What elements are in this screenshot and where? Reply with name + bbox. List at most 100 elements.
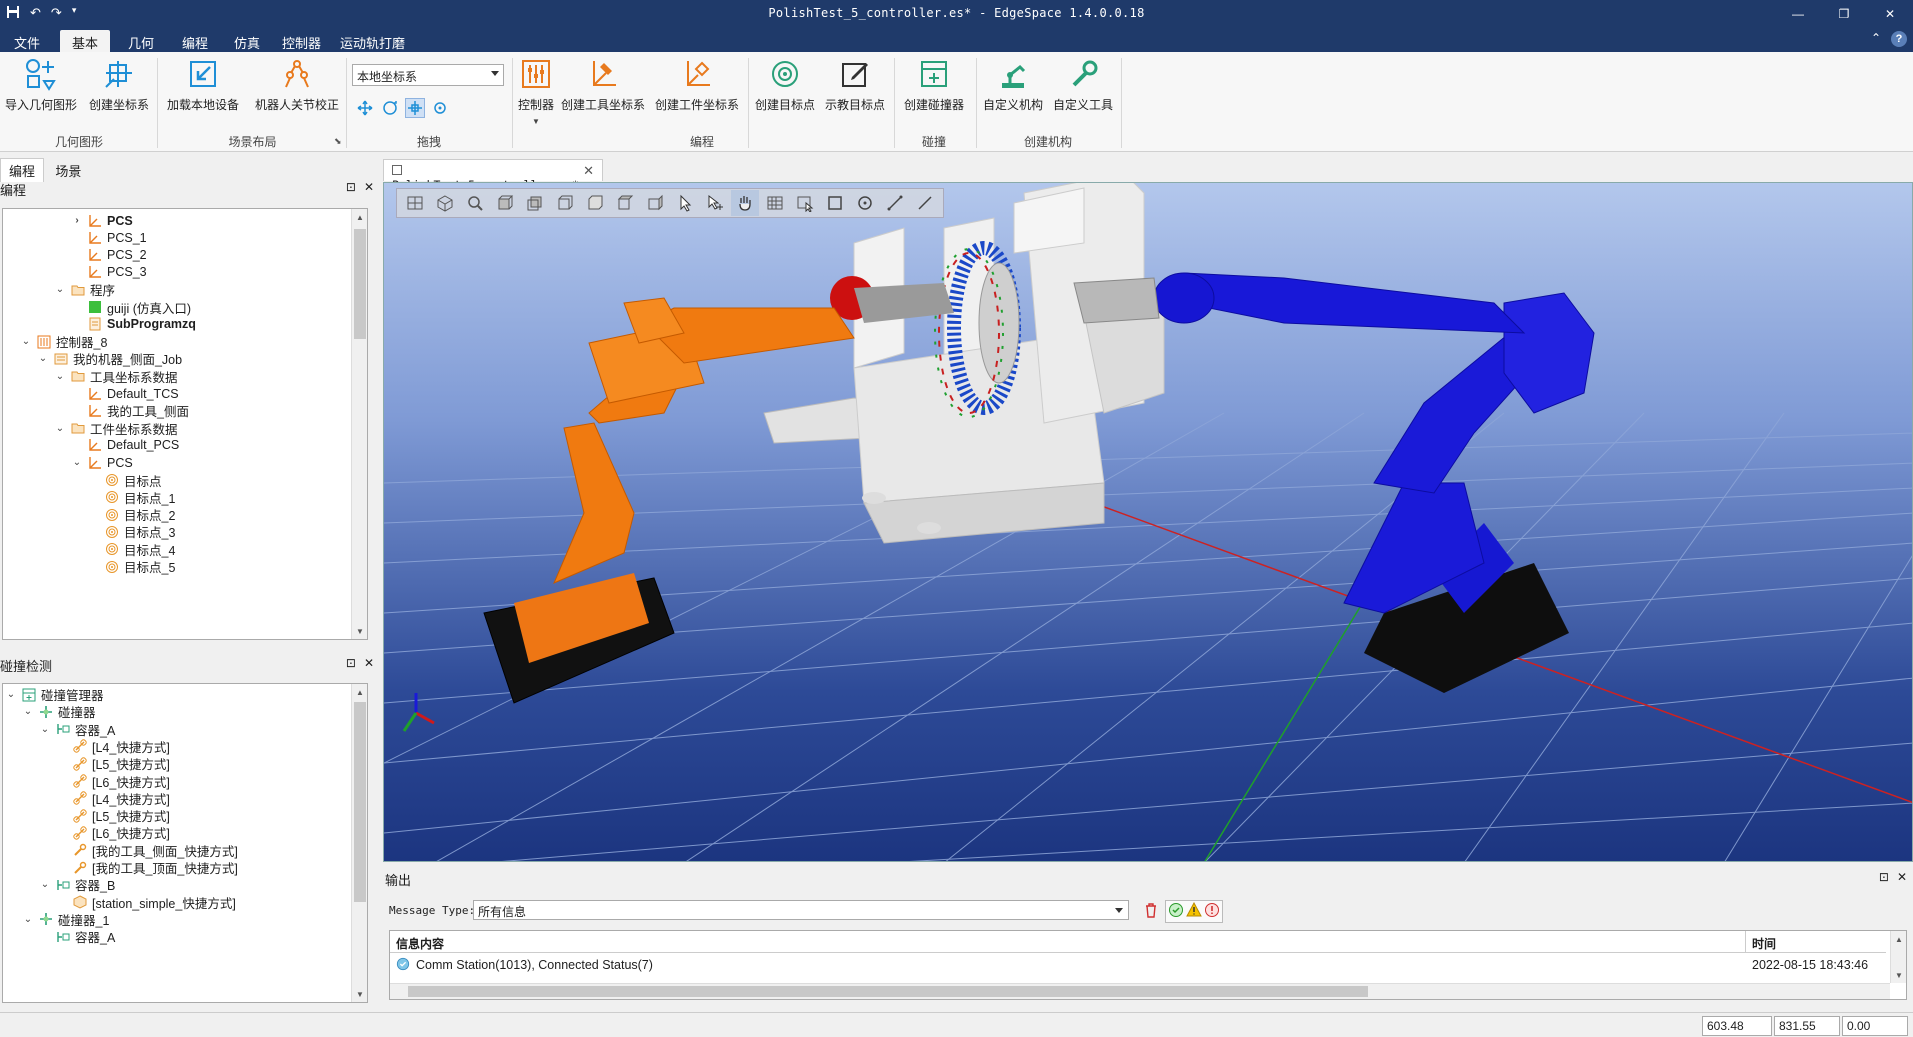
column-header-time[interactable]: 时间: [1746, 931, 1886, 953]
job-icon: [53, 351, 69, 367]
status-bar: 603.48 831.55 0.00: [0, 1012, 1913, 1037]
tab-programming[interactable]: 编程: [170, 30, 220, 52]
select-arrow-icon[interactable]: [671, 190, 699, 216]
create-collider-button[interactable]: 创建碰撞器: [898, 56, 970, 113]
warning-filter-icon[interactable]: [1186, 901, 1202, 921]
expand-toggle-icon[interactable]: ⌄: [54, 284, 66, 295]
tab-basic[interactable]: 基本: [60, 30, 111, 52]
load-local-device-button[interactable]: 加载本地设备: [164, 56, 242, 113]
expand-toggle-icon[interactable]: ⌄: [54, 423, 66, 434]
expand-toggle-icon[interactable]: ⌄: [5, 689, 17, 700]
view-iso-icon[interactable]: [431, 190, 459, 216]
collapse-ribbon-icon[interactable]: ⌃: [1871, 31, 1881, 47]
custom-tool-button[interactable]: 自定义工具: [1050, 56, 1116, 113]
tab-geometry[interactable]: 几何: [116, 30, 166, 52]
tree-item-label: PCS_3: [107, 265, 147, 280]
maximize-button[interactable]: ❐: [1821, 0, 1867, 28]
minimize-button[interactable]: —: [1775, 0, 1821, 28]
view-back-icon[interactable]: [521, 190, 549, 216]
pin-icon[interactable]: ⊡: [346, 180, 356, 194]
expand-toggle-icon[interactable]: ⌄: [39, 879, 51, 890]
close-tab-icon[interactable]: ✕: [583, 163, 594, 179]
error-filter-icon[interactable]: [1204, 902, 1220, 921]
expand-toggle-icon[interactable]: ⌄: [22, 914, 34, 925]
collision-tree-scrollbar[interactable]: ▲ ▼: [351, 684, 367, 1002]
pin-icon[interactable]: ⊡: [346, 656, 356, 670]
trash-icon[interactable]: [1143, 902, 1159, 921]
scroll-up-icon[interactable]: ▲: [352, 209, 368, 225]
tab-simulation[interactable]: 仿真: [222, 30, 272, 52]
close-panel-icon[interactable]: ✕: [364, 180, 374, 194]
create-frame-button[interactable]: 创建坐标系: [86, 56, 152, 113]
view-grid-icon[interactable]: [401, 190, 429, 216]
document-tab[interactable]: PolishTest_5_controller.es* ✕: [383, 159, 603, 192]
coordinate-system-select[interactable]: 本地坐标系: [352, 64, 504, 86]
scroll-down-icon[interactable]: ▼: [1891, 967, 1907, 983]
robot-joint-calib-button[interactable]: 机器人关节校正: [252, 56, 342, 113]
pin-icon[interactable]: ⊡: [1879, 870, 1889, 884]
teach-target-button[interactable]: 示教目标点: [822, 56, 888, 113]
expand-toggle-icon[interactable]: ⌄: [22, 706, 34, 717]
move-icon[interactable]: [355, 98, 375, 118]
column-header-content[interactable]: 信息内容: [390, 931, 1746, 953]
view-left-icon[interactable]: [551, 190, 579, 216]
rectangle-icon[interactable]: [821, 190, 849, 216]
scroll-up-icon[interactable]: ▲: [1891, 931, 1907, 947]
rotate-icon[interactable]: [380, 98, 400, 118]
scroll-thumb[interactable]: [354, 702, 366, 902]
hand-pan-icon[interactable]: [731, 190, 759, 216]
close-panel-icon[interactable]: ✕: [1897, 870, 1907, 884]
close-panel-icon[interactable]: ✕: [364, 656, 374, 670]
expand-toggle-icon[interactable]: ›: [71, 215, 83, 226]
scroll-down-icon[interactable]: ▼: [352, 986, 368, 1002]
frame-icon: [87, 264, 103, 280]
folder-icon: [70, 368, 86, 384]
box-select-icon[interactable]: [791, 190, 819, 216]
line-measure-icon[interactable]: [881, 190, 909, 216]
free-drag-icon[interactable]: [405, 98, 425, 118]
tree-item[interactable]: 目标点_5: [88, 556, 175, 577]
import-geometry-button[interactable]: 导入几何图形: [4, 56, 78, 113]
custom-mechanism-button[interactable]: 自定义机构: [980, 56, 1046, 113]
tab-controller[interactable]: 控制器: [270, 30, 333, 52]
snap-icon[interactable]: [430, 98, 450, 118]
view-front-icon[interactable]: [491, 190, 519, 216]
view-bottom-icon[interactable]: [641, 190, 669, 216]
scroll-up-icon[interactable]: ▲: [352, 684, 368, 700]
table-row[interactable]: Comm Station(1013), Connected Status(7): [390, 955, 1746, 975]
expand-toggle-icon[interactable]: ⌄: [37, 353, 49, 364]
measure-grid-icon[interactable]: [761, 190, 789, 216]
scroll-thumb[interactable]: [354, 229, 366, 339]
message-type-select[interactable]: 所有信息: [473, 900, 1129, 920]
zoom-fit-icon[interactable]: [461, 190, 489, 216]
tab-trajectory-polish[interactable]: 运动轨打磨: [328, 30, 417, 52]
controller-button[interactable]: 控制器 ▼: [516, 56, 556, 126]
view-right-icon[interactable]: [581, 190, 609, 216]
close-button[interactable]: ✕: [1867, 0, 1913, 28]
create-work-frame-button[interactable]: 创建工件坐标系: [652, 56, 742, 113]
expand-toggle-icon[interactable]: ⌄: [71, 457, 83, 468]
help-icon[interactable]: ?: [1891, 31, 1907, 47]
expand-toggle-icon[interactable]: ⌄: [20, 336, 32, 347]
expand-toggle-icon[interactable]: ⌄: [39, 724, 51, 735]
output-vertical-scrollbar[interactable]: ▲ ▼: [1890, 931, 1906, 983]
line-icon[interactable]: [911, 190, 939, 216]
create-tool-frame-button[interactable]: 创建工具坐标系: [560, 56, 646, 113]
tree-item[interactable]: 容器_A: [39, 926, 115, 947]
programming-tree-scrollbar[interactable]: ▲ ▼: [351, 209, 367, 639]
collider-icon: [916, 56, 952, 92]
group-launcher-icon[interactable]: ⬊: [334, 136, 342, 147]
output-horizontal-scrollbar[interactable]: [390, 983, 1890, 999]
scroll-down-icon[interactable]: ▼: [352, 623, 368, 639]
tab-file[interactable]: 文件: [2, 30, 52, 52]
view-top-icon[interactable]: [611, 190, 639, 216]
info-filter-icon[interactable]: [1168, 902, 1184, 921]
create-target-button[interactable]: 创建目标点: [752, 56, 818, 113]
circle-icon[interactable]: [851, 190, 879, 216]
target-icon: [104, 507, 120, 523]
expand-toggle-icon[interactable]: ⌄: [54, 371, 66, 382]
select-move-icon[interactable]: [701, 190, 729, 216]
group-label-scene-layout: 场景布局: [228, 135, 277, 149]
3d-viewport[interactable]: [383, 182, 1913, 862]
scroll-thumb[interactable]: [408, 986, 1368, 997]
